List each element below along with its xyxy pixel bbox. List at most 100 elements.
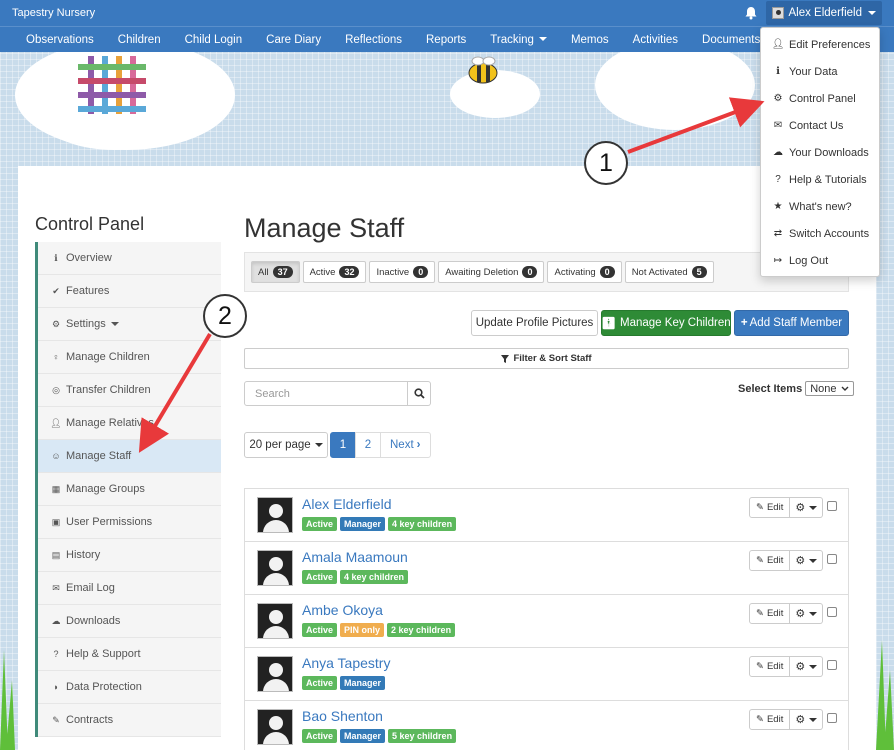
staff-row: Amala Maamoun Active 4 key children ✎ Edit ⚙ <box>245 542 848 595</box>
staff-row: Alex Elderfield Active Manager 4 key childr… <box>245 489 848 542</box>
search-group <box>244 381 431 406</box>
sidebar-item-help-support[interactable]: ? Help & Support <box>38 638 221 671</box>
staff-badges: Active PIN only 2 key children <box>302 623 456 637</box>
filter-sort-toggle[interactable]: Filter & Sort Staff <box>244 348 849 369</box>
search-button[interactable] <box>408 381 431 406</box>
filter-icon <box>501 354 510 363</box>
menu-item-label: Help & Tutorials <box>789 173 867 186</box>
row-options-button[interactable]: ⚙ <box>790 550 824 571</box>
menu-item-help-tutorials[interactable]: ? Help & Tutorials <box>761 166 879 193</box>
avatar-body <box>263 573 289 585</box>
nav-item-observations[interactable]: Observations <box>14 34 106 46</box>
sidebar-item-features[interactable]: ✔ Features <box>38 275 221 308</box>
row-options-button[interactable]: ⚙ <box>790 656 824 677</box>
bee-icon <box>468 56 498 84</box>
search-input[interactable] <box>244 381 408 406</box>
nav-item-care-diary[interactable]: Care Diary <box>254 34 333 46</box>
next-page-link[interactable]: Next › <box>380 432 431 458</box>
page-2-link[interactable]: 2 <box>355 432 381 458</box>
edit-button[interactable]: ✎ Edit <box>749 656 791 677</box>
staff-name-link[interactable]: Ambe Okoya <box>302 602 383 618</box>
sidebar-item-user-permissions[interactable]: ▣ User Permissions <box>38 506 221 539</box>
sidebar-item-data-protection[interactable]: ◗ Data Protection <box>38 671 221 704</box>
edit-button[interactable]: ✎ Edit <box>749 550 791 571</box>
sidebar-item-manage-relatives[interactable]: 👤︎ Manage Relatives <box>38 407 221 440</box>
add-staff-member-button[interactable]: + Add Staff Member <box>734 310 849 336</box>
staff-name-link[interactable]: Alex Elderfield <box>302 496 392 512</box>
staff-name-link[interactable]: Amala Maamoun <box>302 549 408 565</box>
select-items-dropdown[interactable]: None <box>805 381 854 396</box>
filter-awaiting-deletion[interactable]: Awaiting Deletion 0 <box>438 261 545 283</box>
row-checkbox[interactable] <box>827 554 837 564</box>
status-badge: 4 key children <box>340 570 409 584</box>
menu-item-your-data[interactable]: ℹ Your Data <box>761 58 879 85</box>
avatar-body <box>263 679 289 691</box>
sidebar-item-manage-children[interactable]: ♀ Manage Children <box>38 341 221 374</box>
row-options-button[interactable]: ⚙ <box>790 497 824 518</box>
grass-decoration <box>0 650 15 750</box>
edit-label: Edit <box>766 714 784 725</box>
pencil-icon: ✎ <box>52 714 60 725</box>
sidebar-item-contracts[interactable]: ✎ Contracts <box>38 704 221 737</box>
pencil-icon: ✎ <box>756 661 764 672</box>
status-badge: Active <box>302 623 338 637</box>
row-checkbox[interactable] <box>827 501 837 511</box>
menu-item-control-panel[interactable]: ⚙ Control Panel <box>761 85 879 112</box>
menu-item-contact-us[interactable]: ✉ Contact Us <box>761 112 879 139</box>
nav-item-reflections[interactable]: Reflections <box>333 34 414 46</box>
nav-item-memos[interactable]: Memos <box>559 34 621 46</box>
edit-button[interactable]: ✎ Edit <box>749 603 791 624</box>
edit-button[interactable]: ✎ Edit <box>749 709 791 730</box>
filter-activating[interactable]: Activating 0 <box>547 261 622 283</box>
filter-active[interactable]: Active 32 <box>302 261 367 283</box>
update-profile-pictures-button[interactable]: Update Profile Pictures <box>471 310 598 336</box>
sidebar-item-history[interactable]: ▤ History <box>38 539 221 572</box>
status-badge: PIN only <box>340 623 385 637</box>
staff-name-link[interactable]: Bao Shenton <box>302 708 383 724</box>
user-menu-toggle[interactable]: Alex Elderfield <box>766 1 882 25</box>
sidebar-item-email-log[interactable]: ✉ Email Log <box>38 572 221 605</box>
row-checkbox[interactable] <box>827 660 837 670</box>
row-checkbox[interactable] <box>827 607 837 617</box>
plus-icon: + <box>740 317 748 329</box>
nav-item-label: Documents <box>702 33 761 46</box>
nav-item-children[interactable]: Children <box>106 34 173 46</box>
menu-item-your-downloads[interactable]: ☁ Your Downloads <box>761 139 879 166</box>
menu-item-log-out[interactable]: ↦ Log Out <box>761 247 879 274</box>
manage-key-children-button[interactable]: 🚹︎ Manage Key Children <box>601 310 731 336</box>
sidebar-item-overview[interactable]: ℹ Overview <box>38 242 221 275</box>
sidebar-item-label: Manage Children <box>66 351 150 363</box>
menu-item-edit-preferences[interactable]: 👤︎ Edit Preferences <box>761 31 879 58</box>
avatar-head <box>269 716 283 730</box>
row-options-button[interactable]: ⚙ <box>790 603 824 624</box>
info-icon: ℹ <box>776 66 780 77</box>
staff-row: Anya Tapestry Active Manager ✎ Edit ⚙ <box>245 648 848 701</box>
row-options-button[interactable]: ⚙ <box>790 709 824 730</box>
sidebar-item-settings[interactable]: ⚙ Settings <box>38 308 221 341</box>
sidebar-item-transfer-children[interactable]: ◎ Transfer Children <box>38 374 221 407</box>
sidebar-item-downloads[interactable]: ☁ Downloads <box>38 605 221 638</box>
nav-item-child-login[interactable]: Child Login <box>173 34 255 46</box>
staff-badges: Active Manager 5 key children <box>302 729 457 743</box>
nav-item-tracking[interactable]: Tracking <box>478 34 559 46</box>
nav-item-activities[interactable]: Activities <box>621 34 690 46</box>
per-page-dropdown[interactable]: 20 per page <box>244 432 328 458</box>
filter-all[interactable]: All 37 <box>251 261 300 283</box>
menu-item-switch-accounts[interactable]: ⇄ Switch Accounts <box>761 220 879 247</box>
filter-not-activated[interactable]: Not Activated 5 <box>624 261 714 283</box>
caret-down-icon <box>809 505 818 510</box>
staff-name-link[interactable]: Anya Tapestry <box>302 655 390 671</box>
edit-button[interactable]: ✎ Edit <box>749 497 791 518</box>
select-items-control: Select Items None <box>738 381 854 396</box>
bell-icon[interactable] <box>744 6 758 20</box>
page-1-link[interactable]: 1 <box>330 432 356 458</box>
brand-name[interactable]: Tapestry Nursery <box>12 7 95 19</box>
sidebar-item-manage-groups[interactable]: ▦ Manage Groups <box>38 473 221 506</box>
nav-item-reports[interactable]: Reports <box>414 34 478 46</box>
menu-item-what-s-new-[interactable]: ★ What's new? <box>761 193 879 220</box>
row-checkbox[interactable] <box>827 713 837 723</box>
filter-inactive[interactable]: Inactive 0 <box>369 261 436 283</box>
avatar <box>257 656 293 692</box>
sidebar-item-manage-staff[interactable]: ☺ Manage Staff <box>38 440 221 473</box>
question-icon: ? <box>775 174 781 185</box>
